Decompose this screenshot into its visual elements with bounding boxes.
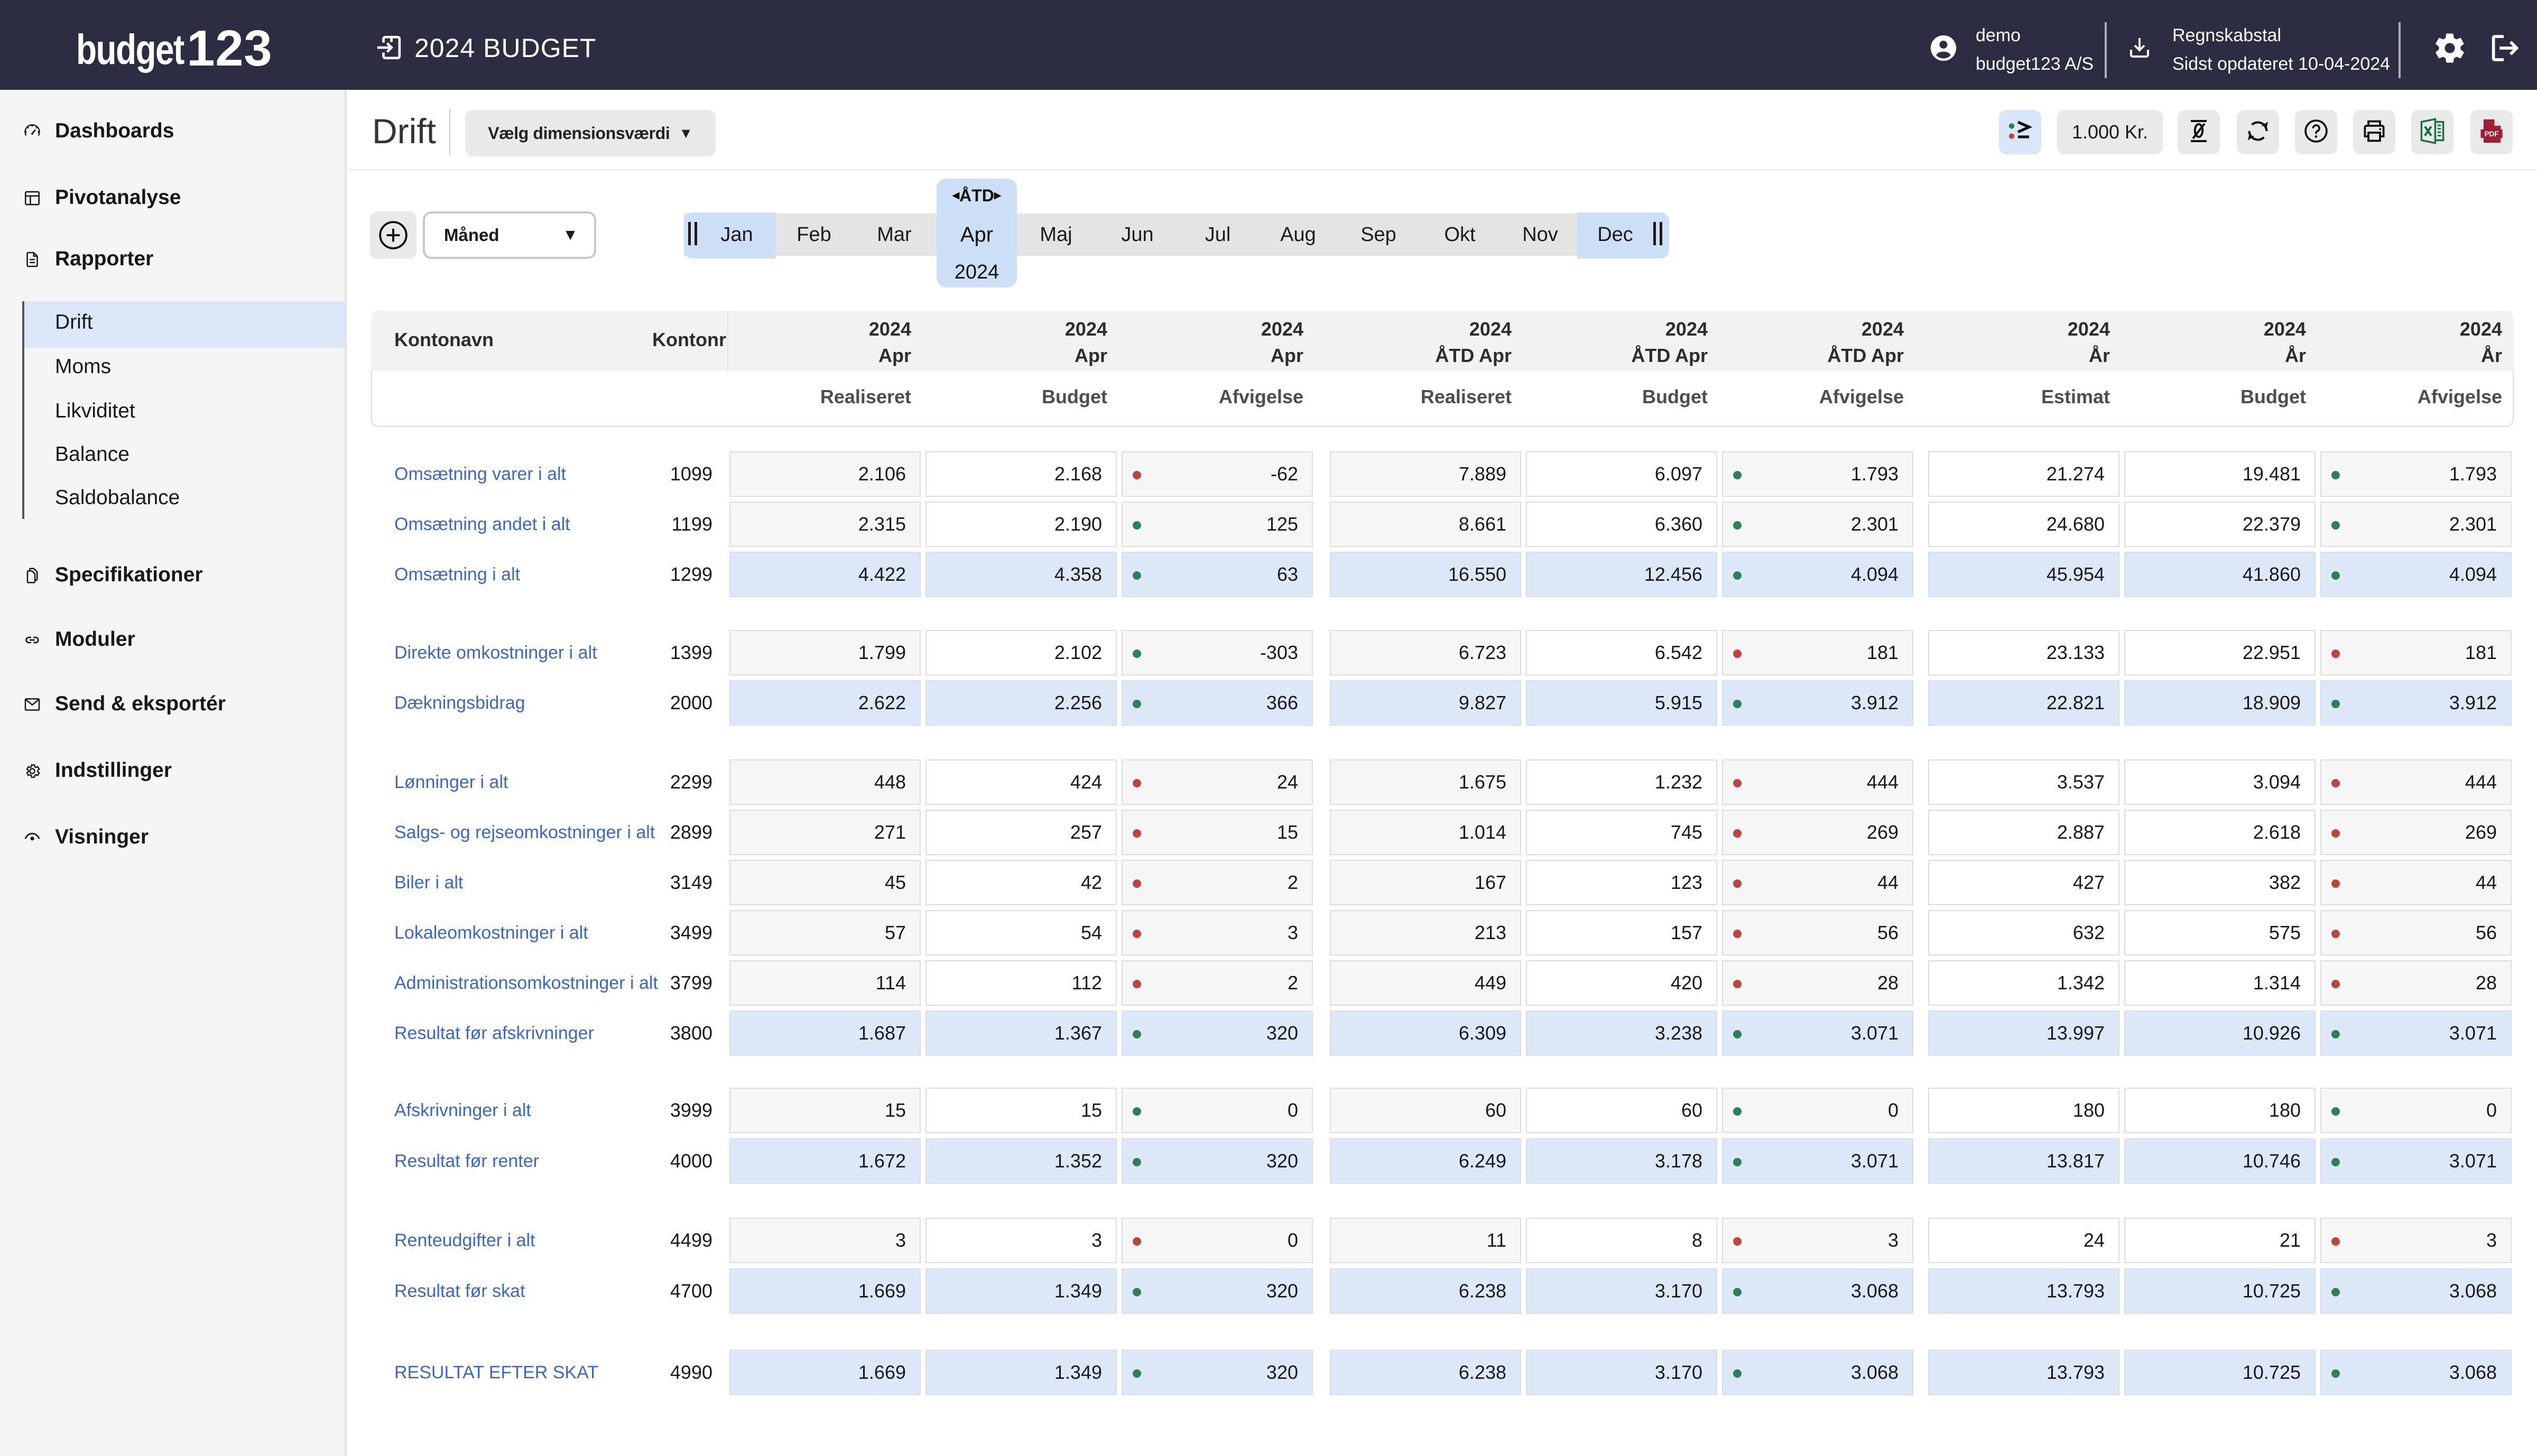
svg-text:3: 3 xyxy=(244,22,272,71)
svg-text:PDF: PDF xyxy=(2485,130,2499,138)
svg-text:1: 1 xyxy=(187,22,215,71)
svg-text:2: 2 xyxy=(215,22,243,71)
